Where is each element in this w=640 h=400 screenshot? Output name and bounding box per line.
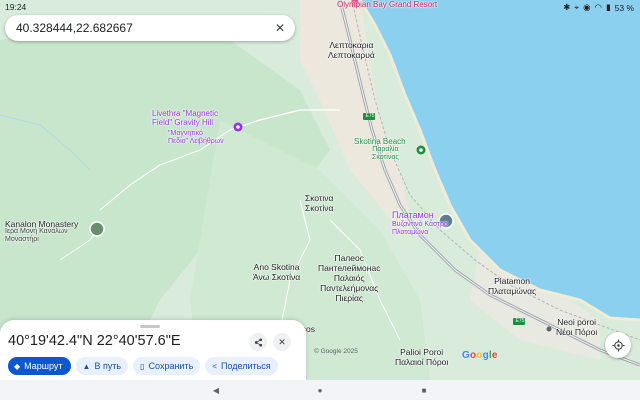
map-copyright: © Google 2025 (314, 348, 358, 355)
map-label-skotina-beach[interactable]: Skotina Beach (354, 137, 406, 146)
search-bar[interactable]: 40.328444,22.682667 ✕ (5, 15, 295, 41)
location-icon: ⌖ (574, 2, 580, 12)
map-label-paleos-panteleimonas[interactable]: Палеос Пантелеймонас Παλαιός Παντελεήμον… (318, 253, 380, 303)
save-label: Сохранить (148, 361, 194, 371)
search-input[interactable]: 40.328444,22.682667 (16, 21, 269, 35)
map-label-platamon-town[interactable]: Platamon Πλαταμώνας (488, 276, 536, 296)
sheet-drag-handle[interactable] (140, 325, 160, 328)
directions-icon: ◆ (14, 361, 21, 371)
directions-label: Маршрут (24, 361, 63, 371)
map-label-platamon-castle-greek: Βυζαντινό Κάστρο Πλαταμώνα (392, 221, 448, 236)
battery-icon: ▮ (605, 2, 611, 12)
directions-button[interactable]: ◆ Маршрут (8, 357, 71, 375)
share-icon[interactable] (249, 333, 267, 351)
battery-percent: 53 % (614, 2, 634, 13)
place-bottom-sheet[interactable]: 40°19'42.4"N 22°40'57.6"E ✕ ◆ Маршрут ▲ … (0, 320, 306, 380)
navigation-arrow-icon: ▲ (82, 361, 91, 371)
map-label-skotina[interactable]: Σκοτινα Σκοτίνα (305, 193, 333, 213)
map-label-livethra[interactable]: Livethra "Magnetic Field" Gravity Hill (152, 109, 218, 127)
wifi-icon: ◠ (594, 2, 602, 12)
map-label-livethra-greek: "Μαγνητικό Πεδίο" Λειβήθρων (168, 130, 224, 145)
close-icon[interactable]: ✕ (269, 17, 291, 39)
map-label-skotina-beach-greek: Παραλία Σκοτίνας (372, 146, 399, 161)
status-icons: ✱ ⌖ ◉ ◠ ▮ 53 % (563, 2, 634, 13)
google-logo: Google (462, 350, 498, 361)
start-label: В путь (94, 361, 122, 371)
save-button[interactable]: ▯ Сохранить (133, 357, 201, 375)
back-icon[interactable]: ◀ (211, 385, 221, 395)
map-label-kanalon-greek: Ιερά Μονή Κανάλων Μοναστήρι (5, 228, 68, 243)
map-label-leptokaria[interactable]: Λεπτοκαρια Λεπτοκαρυά (328, 40, 375, 60)
share-icon: < (212, 361, 217, 371)
status-bar: 19:24 ✱ ⌖ ◉ ◠ ▮ 53 % (0, 0, 640, 14)
map-label-ano-skotina[interactable]: Ano Skotina Άνω Σκοτίνα (253, 262, 300, 282)
bluetooth-icon: ✱ (563, 2, 571, 12)
map-label-palioi-poroi[interactable]: Palioi Poroi Παλαιοί Πόροι (395, 347, 448, 367)
share-button[interactable]: < Поделиться (205, 357, 278, 375)
system-nav-bar: ◀ ● ■ (0, 380, 640, 400)
map-label-neoi-poroi[interactable]: Neoi poroi Νέοι Πόροι (556, 317, 597, 337)
close-icon[interactable]: ✕ (273, 333, 291, 351)
my-location-button[interactable] (605, 332, 631, 358)
status-time: 19:24 (5, 2, 27, 12)
home-icon[interactable]: ● (315, 385, 325, 395)
map-label-platamon-castle[interactable]: Платамон (392, 211, 434, 220)
crosshair-icon (611, 338, 625, 352)
bookmark-icon: ▯ (140, 361, 145, 371)
route-shield-label: E75 (515, 318, 525, 324)
monastery-photo-pin-icon[interactable] (89, 221, 105, 237)
coordinates-title: 40°19'42.4"N 22°40'57.6"E (8, 333, 181, 349)
eye-icon: ◉ (583, 2, 591, 12)
action-chips: ◆ Маршрут ▲ В путь ▯ Сохранить < Поделит… (8, 357, 278, 375)
share-label: Поделиться (220, 361, 271, 371)
recents-icon[interactable]: ■ (419, 385, 429, 395)
start-navigation-button[interactable]: ▲ В путь (75, 357, 129, 375)
place-dot-icon (546, 326, 552, 332)
route-shield-label: E75 (365, 113, 375, 119)
